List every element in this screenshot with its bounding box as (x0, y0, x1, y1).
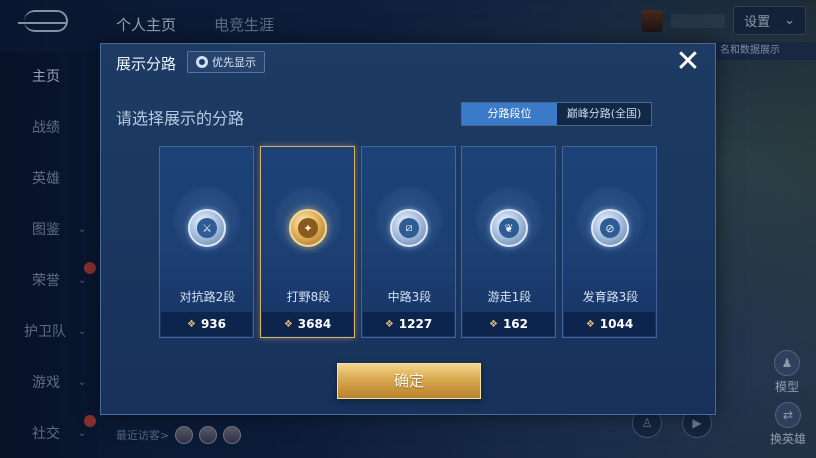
jungle-glyph: ✦ (298, 218, 318, 238)
lane-card-clash[interactable]: ⚔ 对抗路2段 ❖ 936 (159, 146, 254, 338)
lane-display-dialog: 展示分路 优先显示 ✕ 请选择展示的分路 分路段位 巅峰分路(全国) ⚔ 对抗路… (100, 43, 716, 415)
tab-peak-lane-national[interactable]: 巅峰分路(全国) (557, 103, 651, 125)
lane-label: 发育路3段 (582, 290, 639, 304)
lane-score: 936 (200, 317, 227, 331)
lane-label: 打野8段 (286, 290, 331, 304)
close-icon[interactable]: ✕ (675, 47, 701, 77)
rank-chevron-icon: ❖ (186, 318, 196, 330)
lane-score: 162 (502, 317, 529, 331)
lane-card-farm[interactable]: ⊘ 发育路3段 ❖ 1044 (562, 146, 657, 338)
priority-display-label: 优先显示 (212, 56, 256, 69)
mid-lane-icon: ⧄ (390, 209, 428, 247)
rank-chevron-icon: ❖ (488, 318, 498, 330)
lane-card-list: ⚔ 对抗路2段 ❖ 936 ✦ 打野8段 ❖ 3684 ⧄ 中路3段 ❖ 122… (159, 146, 659, 340)
rank-chevron-icon: ❖ (585, 318, 595, 330)
lane-score-bar: ❖ 3684 (262, 312, 353, 336)
roam-wings-icon: ❦ (490, 209, 528, 247)
lane-score: 1044 (599, 317, 634, 331)
tab-lane-rank[interactable]: 分路段位 (462, 103, 557, 125)
lane-score-bar: ❖ 936 (161, 312, 252, 336)
gear-icon (196, 56, 208, 68)
lane-score-bar: ❖ 162 (463, 312, 554, 336)
lane-score-bar: ❖ 1044 (564, 312, 655, 336)
lane-label: 游走1段 (487, 290, 532, 304)
roam-glyph: ❦ (499, 218, 519, 238)
lane-card-mid[interactable]: ⧄ 中路3段 ❖ 1227 (361, 146, 456, 338)
rank-chevron-icon: ❖ (283, 318, 293, 330)
clash-lane-icon: ⚔ (188, 209, 226, 247)
lane-score: 1227 (398, 317, 433, 331)
lane-score: 3684 (297, 317, 332, 331)
mid-lane-glyph: ⧄ (399, 218, 419, 238)
rank-chevron-icon: ❖ (384, 318, 394, 330)
lane-label: 中路3段 (387, 290, 432, 304)
lane-card-roam[interactable]: ❦ 游走1段 ❖ 162 (461, 146, 556, 338)
dialog-title: 展示分路 (116, 55, 177, 73)
clash-lane-glyph: ⚔ (197, 218, 217, 238)
farm-lane-icon: ⊘ (591, 209, 629, 247)
lane-card-jungle[interactable]: ✦ 打野8段 ❖ 3684 (260, 146, 355, 338)
lane-mode-segmented-control: 分路段位 巅峰分路(全国) (461, 102, 652, 126)
confirm-button[interactable]: 确定 (337, 363, 481, 399)
lane-score-bar: ❖ 1227 (363, 312, 454, 336)
dialog-subtitle: 请选择展示的分路 (116, 109, 245, 128)
farm-lane-glyph: ⊘ (600, 218, 620, 238)
lane-label: 对抗路2段 (179, 290, 236, 304)
jungle-dragon-icon: ✦ (289, 209, 327, 247)
priority-display-button[interactable]: 优先显示 (187, 51, 265, 73)
